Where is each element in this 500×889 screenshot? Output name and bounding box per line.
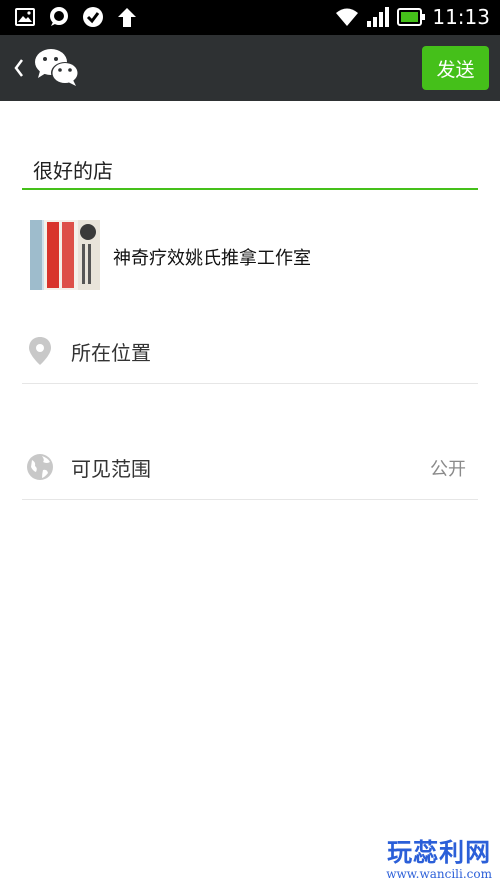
globe-icon — [27, 454, 53, 480]
shared-link-thumbnail — [30, 220, 100, 290]
action-bar: 发送 — [0, 35, 500, 101]
visibility-value: 公开 — [430, 459, 466, 480]
site-watermark: 玩蕊利网 www.wancili.com — [386, 838, 492, 882]
wechat-logo — [35, 49, 79, 86]
location-row[interactable]: 所在位置 — [22, 326, 478, 384]
back-chevron-icon[interactable] — [12, 56, 26, 80]
gallery-icon — [14, 6, 36, 28]
status-system-icons: 11:13 — [335, 6, 490, 28]
upload-arrow-icon — [116, 6, 138, 28]
status-notification-icons — [14, 6, 138, 28]
location-pin-icon — [29, 337, 51, 365]
chat-bubble-icon — [48, 6, 70, 28]
status-time: 11:13 — [432, 5, 490, 29]
shared-link-title: 神奇疗效姚氏推拿工作室 — [113, 248, 311, 269]
post-text-value: 很好的店 — [33, 159, 113, 183]
location-label: 所在位置 — [71, 341, 151, 365]
visibility-row[interactable]: 可见范围 公开 — [22, 442, 478, 500]
check-circle-icon — [82, 6, 104, 28]
watermark-url: www.wancili.com — [386, 867, 492, 881]
battery-icon — [397, 8, 426, 26]
status-bar: 11:13 — [0, 0, 500, 35]
wifi-icon — [336, 8, 359, 26]
visibility-label: 可见范围 — [71, 457, 151, 481]
watermark-text: 玩蕊利网 — [387, 838, 492, 867]
post-text-input[interactable]: 很好的店 — [22, 145, 478, 190]
shared-link-card[interactable]: 神奇疗效姚氏推拿工作室 — [30, 220, 480, 291]
send-button[interactable]: 发送 — [422, 46, 489, 90]
signal-icon — [367, 7, 390, 27]
